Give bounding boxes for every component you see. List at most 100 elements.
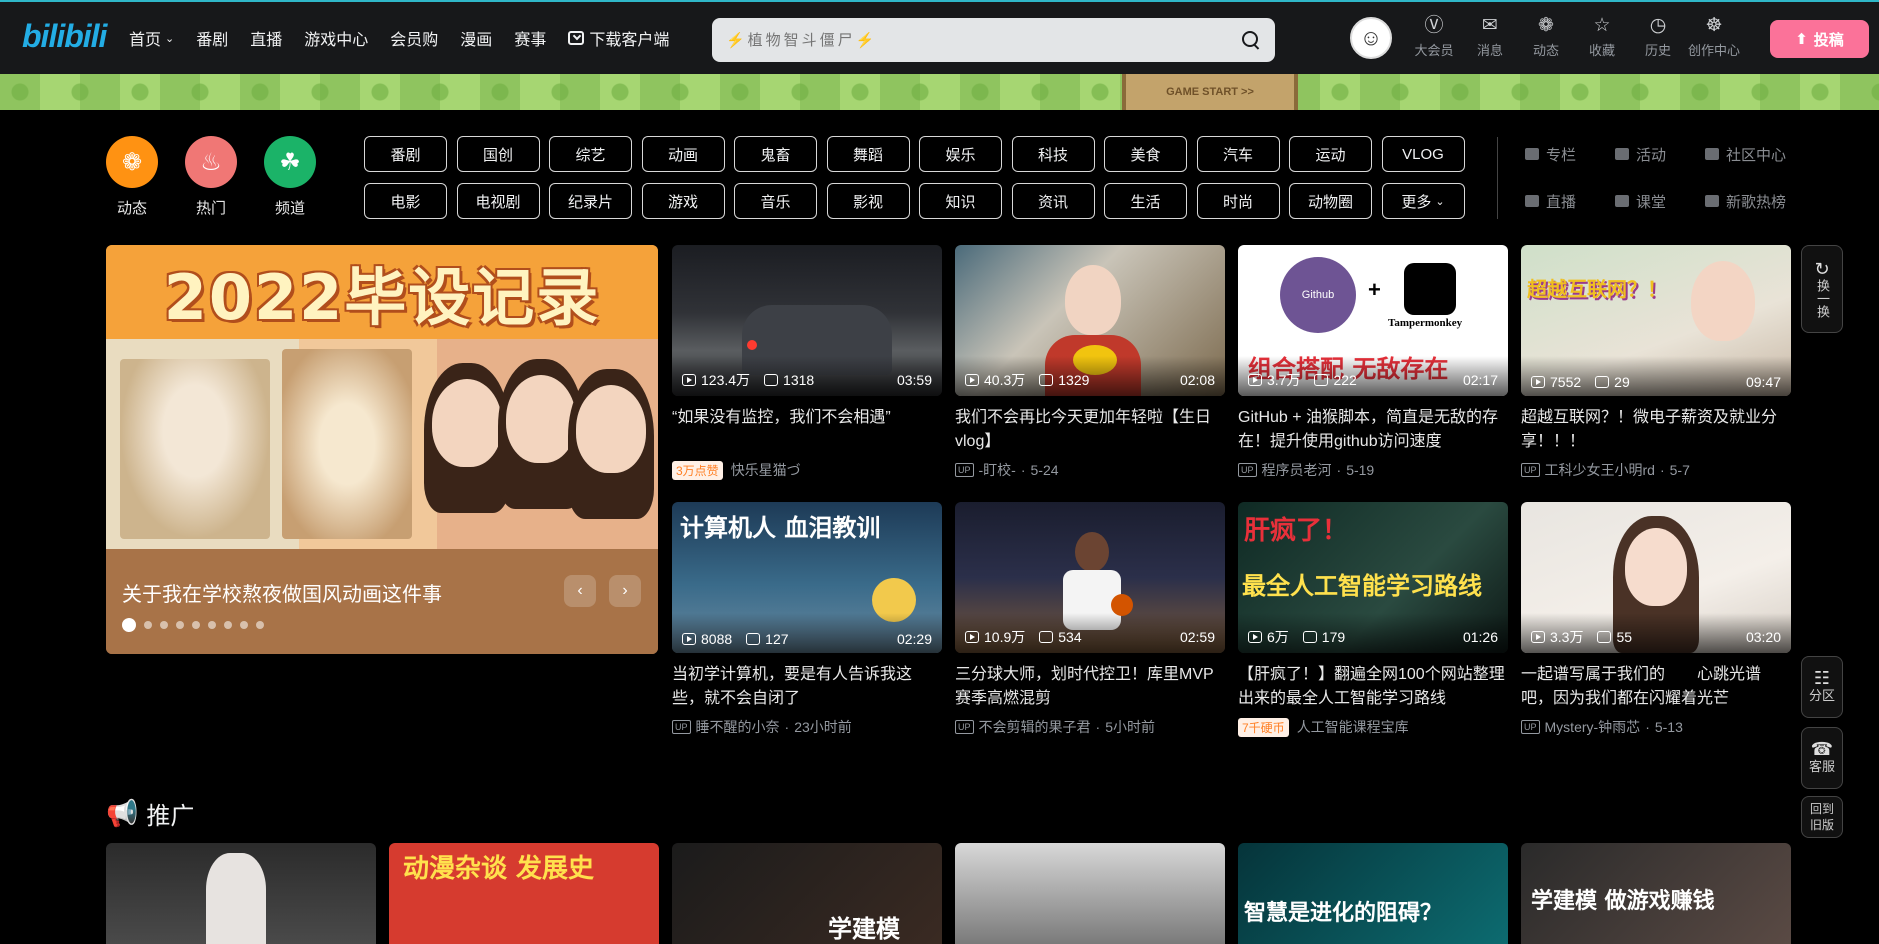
video-card[interactable]: 10.9万 534 02:59 三分球大师，划时代控卫！库里MVP赛季高燃混剪 UP… [955, 502, 1225, 737]
carousel-title[interactable]: 关于我在学校熬夜做国风动画这件事 [122, 578, 442, 607]
video-card[interactable]: 3.3万 55 03:20 一起谱写属于我们的 心跳光谱 吧，因为我们都在闪耀着光芒… [1521, 502, 1791, 737]
video-title[interactable]: “如果没有监控，我们不会相遇” [672, 406, 942, 454]
entry-favorites[interactable]: ☆ 收藏 [1574, 14, 1630, 59]
quick-hot[interactable]: ♨ 热门 [185, 136, 237, 218]
video-title[interactable]: 三分球大师，划时代控卫！库里MVP赛季高燃混剪 [955, 663, 1225, 711]
video-card[interactable]: 肝疯了！ 最全人工智能学习路线 6万 179 01:26 【肝疯了！】翻遍全网100… [1238, 502, 1508, 737]
link-course[interactable]: 课堂 [1615, 183, 1705, 219]
entry-message[interactable]: ✉ 消息 [1462, 14, 1518, 59]
video-title[interactable]: GitHub + 油猴脚本，简直是无敌的存在！提升使用github访问速度 [1238, 406, 1508, 454]
refresh-button[interactable]: ↻ 换一换 [1801, 245, 1843, 333]
link-live[interactable]: 直播 [1525, 183, 1615, 219]
channel-item[interactable]: 纪录片 [549, 183, 632, 219]
nav-mall[interactable]: 会员购 [379, 2, 449, 74]
old-version-button[interactable]: 回到旧版 [1801, 796, 1843, 838]
promo-card[interactable]: 智慧是进化的阻碍？ [1238, 843, 1508, 944]
carousel-dot[interactable] [208, 621, 216, 629]
link-new-songs[interactable]: 新歌热榜 [1705, 183, 1815, 219]
link-activity[interactable]: 活动 [1615, 136, 1705, 172]
carousel-dot[interactable] [176, 621, 184, 629]
channel-item[interactable]: 电影 [364, 183, 447, 219]
channel-item[interactable]: 鬼畜 [734, 136, 817, 172]
video-author[interactable]: 不会剪辑的果子君 [979, 717, 1091, 737]
channel-item[interactable]: 美食 [1104, 136, 1187, 172]
channel-item[interactable]: 汽车 [1196, 136, 1280, 172]
channel-item[interactable]: 游戏 [641, 183, 725, 219]
channel-item[interactable]: 知识 [919, 183, 1002, 219]
video-thumbnail[interactable]: 123.4万 1318 03:59 [672, 245, 942, 396]
video-author[interactable]: 人工智能课程宝库 [1297, 717, 1409, 737]
channel-item[interactable]: 动物圈 [1289, 183, 1372, 219]
channel-item[interactable]: 生活 [1104, 183, 1187, 219]
upload-button[interactable]: ⬆ 投稿 [1770, 20, 1869, 58]
video-author[interactable]: 睡不醒的小奈 [696, 717, 780, 737]
video-thumbnail[interactable]: Github + Tampermonkey 组合搭配 无敌存在 3.7万2220… [1238, 245, 1508, 396]
channel-item[interactable]: 舞蹈 [826, 136, 910, 172]
promo-card[interactable]: 动漫杂谈 发展史 [389, 843, 659, 944]
quick-dynamic[interactable]: ❁ 动态 [106, 136, 158, 218]
search-input[interactable] [726, 31, 1241, 49]
channel-item[interactable]: 资讯 [1011, 183, 1095, 219]
quick-channel[interactable]: ☘ 频道 [264, 136, 316, 218]
channel-item[interactable]: 科技 [1011, 136, 1095, 172]
entry-creator-center[interactable]: ☸ 创作中心 [1686, 14, 1742, 59]
video-card[interactable]: 40.3万 1329 02:08 我们不会再比今天更加年轻啦【生日vlog】 UP -… [955, 245, 1225, 480]
carousel-dot[interactable] [224, 621, 232, 629]
nav-game-center[interactable]: 游戏中心 [293, 2, 379, 74]
channel-item[interactable]: 国创 [456, 136, 540, 172]
video-author[interactable]: 工科少女王小明rd [1545, 460, 1655, 480]
bilibili-logo[interactable]: bilibili [22, 18, 107, 55]
video-thumbnail[interactable]: 计算机人 血泪教训 8088 127 02:29 [672, 502, 942, 653]
channel-item[interactable]: 运动 [1289, 136, 1372, 172]
entry-dynamic[interactable]: ❁ 动态 [1518, 14, 1574, 59]
video-title[interactable]: 我们不会再比今天更加年轻啦【生日vlog】 [955, 406, 1225, 454]
channel-item[interactable]: 音乐 [734, 183, 817, 219]
promo-card[interactable] [106, 843, 376, 944]
carousel-dot[interactable] [192, 621, 200, 629]
entry-history[interactable]: ◷ 历史 [1630, 14, 1686, 59]
video-card[interactable]: Github + Tampermonkey 组合搭配 无敌存在 3.7万2220… [1238, 245, 1508, 480]
link-community[interactable]: 社区中心 [1705, 136, 1815, 172]
channel-item[interactable]: 影视 [826, 183, 910, 219]
video-card[interactable]: 123.4万 1318 03:59 “如果没有监控，我们不会相遇” 3万点赞 快乐星猫… [672, 245, 942, 480]
carousel-prev-button[interactable]: ‹ [564, 575, 596, 607]
channel-item[interactable]: 电视剧 [456, 183, 540, 219]
user-avatar[interactable]: ☺ [1350, 17, 1392, 59]
video-title[interactable]: 超越互联网？！微电子薪资及就业分享！！！ [1521, 406, 1791, 454]
zone-button[interactable]: ☷ 分区 [1801, 656, 1843, 718]
carousel-dot[interactable] [122, 618, 136, 632]
entry-vip[interactable]: Ⓥ 大会员 [1406, 14, 1462, 59]
carousel-dot[interactable] [160, 621, 168, 629]
channel-more-button[interactable]: 更多 ⌄ [1381, 183, 1465, 219]
video-title[interactable]: 一起谱写属于我们的 心跳光谱 吧，因为我们都在闪耀着光芒 [1521, 663, 1791, 711]
nav-download-client[interactable]: 下载客户端 [557, 2, 680, 74]
video-card[interactable]: 计算机人 血泪教训 8088 127 02:29 当初学计算机，要是有人告诉我这些，… [672, 502, 942, 737]
video-thumbnail[interactable]: 超越互联网？！ 7552 29 09:47 [1521, 245, 1791, 396]
video-thumbnail[interactable]: 肝疯了！ 最全人工智能学习路线 6万 179 01:26 [1238, 502, 1508, 653]
channel-item[interactable]: VLOG [1381, 136, 1465, 172]
customer-service-button[interactable]: ☎ 客服 [1801, 727, 1843, 789]
channel-item[interactable]: 时尚 [1196, 183, 1280, 219]
video-card[interactable]: 超越互联网？！ 7552 29 09:47 超越互联网？！微电子薪资及就业分享！！！… [1521, 245, 1791, 480]
nav-manga[interactable]: 漫画 [449, 2, 503, 74]
carousel-dot[interactable] [256, 621, 264, 629]
nav-home[interactable]: 首页 ⌄ [118, 2, 185, 74]
link-column[interactable]: 专栏 [1525, 136, 1615, 172]
video-author[interactable]: Mystery-钟雨芯 [1545, 717, 1641, 737]
video-author[interactable]: -盯校- [979, 460, 1016, 480]
nav-match[interactable]: 赛事 [503, 2, 557, 74]
video-author[interactable]: 快乐星猫づ [731, 460, 801, 480]
video-title[interactable]: 当初学计算机，要是有人告诉我这些，就不会自闭了 [672, 663, 942, 711]
video-title[interactable]: 【肝疯了！】翻遍全网100个网站整理出来的最全人工智能学习路线 [1238, 663, 1508, 711]
channel-item[interactable]: 番剧 [364, 136, 447, 172]
video-author[interactable]: 程序员老河 [1262, 460, 1332, 480]
nav-bangumi[interactable]: 番剧 [185, 2, 239, 74]
carousel-dot[interactable] [240, 621, 248, 629]
channel-item[interactable]: 综艺 [549, 136, 632, 172]
header-banner[interactable]: GAME START >> [0, 74, 1879, 110]
video-thumbnail[interactable]: 40.3万 1329 02:08 [955, 245, 1225, 396]
promo-card[interactable]: 学建模 做游戏赚钱 [1521, 843, 1791, 944]
promo-card[interactable] [955, 843, 1225, 944]
channel-item[interactable]: 动画 [641, 136, 725, 172]
search-icon[interactable] [1241, 30, 1261, 50]
